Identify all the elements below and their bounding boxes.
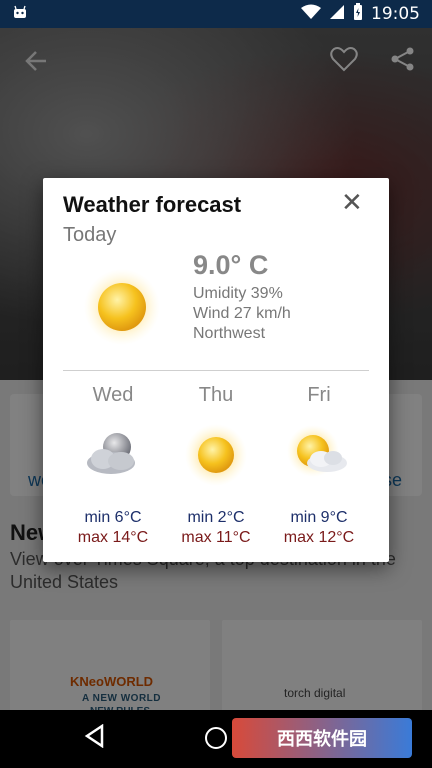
sun-icon: [184, 423, 248, 487]
back-triangle-icon[interactable]: [84, 723, 106, 754]
forecast-max: max 12°C: [283, 529, 355, 546]
cloud-moon-icon: [81, 423, 145, 487]
forecast-day-label: Wed: [92, 384, 134, 406]
current-temperature: 9.0° C: [193, 250, 269, 280]
forecast-max: max 11°C: [181, 529, 251, 546]
forecast-min: min 6°C: [84, 509, 142, 526]
forecast-max: max 14°C: [77, 529, 149, 546]
android-icon: [12, 4, 28, 25]
status-bar: 19:05: [0, 0, 432, 28]
wind-direction-text: Northwest: [193, 325, 266, 342]
today-label: Today: [63, 224, 117, 246]
forecast-day-label: Thu: [198, 384, 234, 406]
status-time: 19:05: [371, 4, 420, 24]
forecast-day-label: Fri: [307, 384, 331, 406]
dialog-title: Weather forecast: [63, 192, 242, 217]
forecast-min: min 2°C: [187, 509, 245, 526]
close-icon[interactable]: ✕: [341, 190, 363, 216]
wifi-icon: [301, 4, 321, 25]
weather-details: Umidity 39% Wind 27 km/h Northwest: [193, 284, 291, 344]
sun-icon: [83, 268, 161, 346]
sun-cloud-icon: [287, 423, 351, 487]
wind-text: Wind 27 km/h: [193, 305, 291, 322]
divider: [63, 370, 369, 371]
signal-icon: [329, 4, 345, 25]
home-circle-icon[interactable]: [205, 727, 227, 749]
forecast-min: min 9°C: [290, 509, 348, 526]
forecast-day-thu: Thu min 2°C max 11°C: [166, 384, 266, 547]
forecast-day-fri: Fri min 9°C max 12°C: [269, 384, 369, 547]
watermark-logo: 西西软件园: [232, 718, 412, 758]
weather-forecast-dialog: Weather forecast ✕ Today 9.0° C Umidity …: [43, 178, 389, 562]
battery-icon: [353, 2, 363, 26]
navigation-bar: 西西软件园: [0, 710, 432, 768]
forecast-day-wed: Wed min 6°C max 14°C: [63, 384, 163, 547]
humidity-text: Umidity 39%: [193, 285, 283, 302]
